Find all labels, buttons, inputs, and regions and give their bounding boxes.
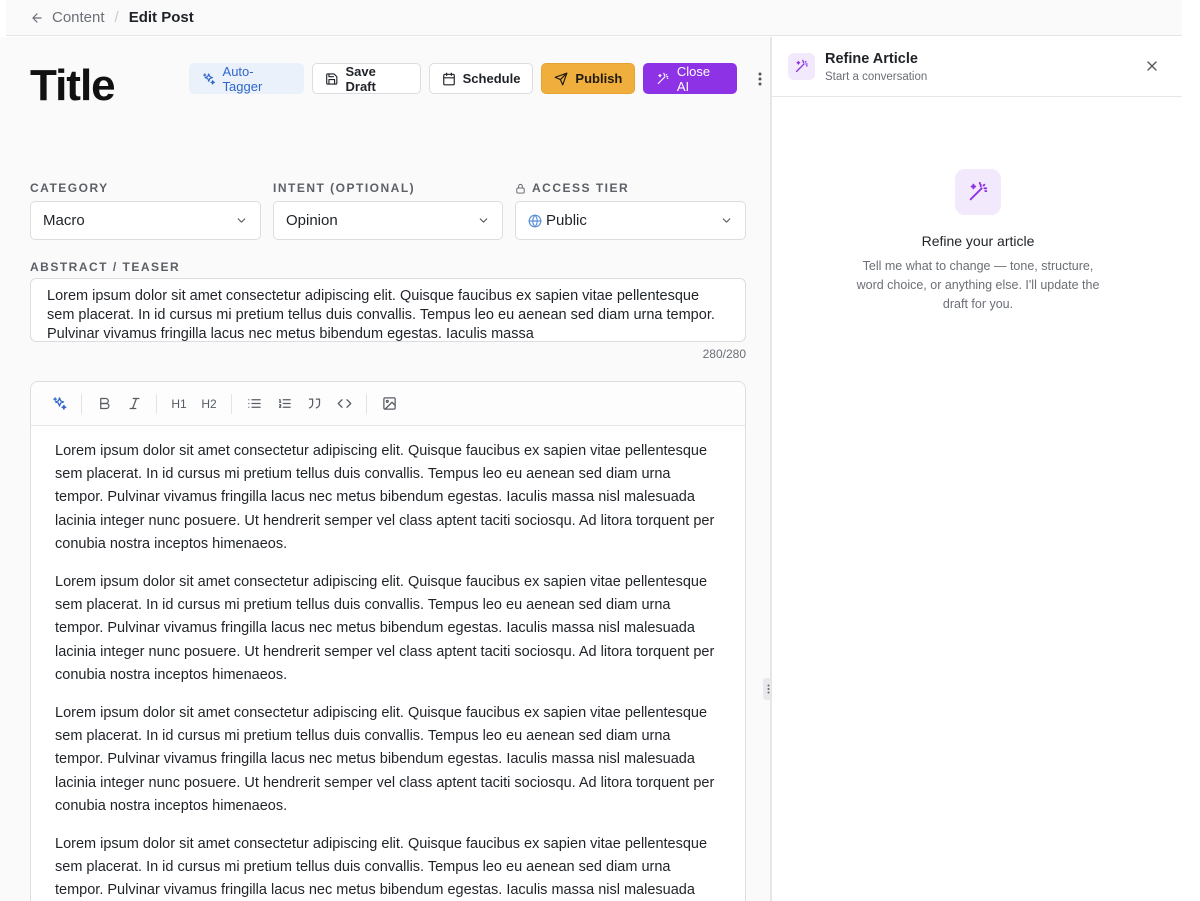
heading-2-button[interactable]: H2 <box>195 390 223 418</box>
category-label: CATEGORY <box>30 181 109 195</box>
save-draft-label: Save Draft <box>345 63 376 94</box>
abstract-character-counter: 280/280 <box>702 347 746 361</box>
send-icon <box>555 72 568 85</box>
ai-badge <box>788 53 815 80</box>
bullet-list-icon <box>247 399 261 408</box>
ai-empty-badge <box>955 169 1001 215</box>
abstract-label-text: ABSTRACT / TEASER <box>30 260 181 274</box>
magic-wand-icon <box>795 59 808 73</box>
toolbar-divider <box>231 393 232 414</box>
quote-icon <box>308 398 320 409</box>
abstract-textarea[interactable]: Lorem ipsum dolor sit amet consectetur a… <box>30 278 746 342</box>
publish-button[interactable]: Publish <box>541 63 636 94</box>
heading-1-icon: H1 <box>171 396 187 411</box>
bold-button[interactable] <box>90 390 118 418</box>
calendar-icon <box>442 72 455 85</box>
globe-icon <box>528 214 542 227</box>
category-value: Macro <box>43 212 85 229</box>
chevron-down-icon <box>722 218 731 223</box>
editor-pane: Title Auto-Tagger Save Draft Schedule Pu… <box>0 37 770 901</box>
more-vertical-icon <box>758 72 762 85</box>
access-tier-value: Public <box>546 212 587 229</box>
auto-tagger-label: Auto-Tagger <box>222 63 263 94</box>
save-icon <box>326 72 338 85</box>
body-paragraph: Lorem ipsum dolor sit amet consectetur a… <box>55 443 715 552</box>
ai-empty-state: Refine your article Tell me what to chan… <box>772 169 1184 314</box>
toolbar-divider <box>81 393 82 414</box>
post-title[interactable]: Title <box>30 61 116 111</box>
ai-refine-panel: Refine Article Start a conversation Refi… <box>770 37 1182 901</box>
close-ai-label: Close AI <box>676 63 711 94</box>
close-icon <box>1147 61 1157 71</box>
numbered-list-icon <box>278 399 291 408</box>
close-ai-button[interactable]: Close AI <box>643 63 737 94</box>
ai-panel-subtitle: Start a conversation <box>825 70 928 83</box>
schedule-button[interactable]: Schedule <box>428 63 534 94</box>
toolbar-divider <box>366 393 367 414</box>
editor-content[interactable]: Lorem ipsum dolor sit amet consectetur a… <box>31 426 745 901</box>
ai-empty-description: Tell me what to change — tone, structure… <box>856 259 1100 311</box>
access-tier-select[interactable]: Public <box>515 201 746 240</box>
schedule-label: Schedule <box>462 71 521 86</box>
code-icon <box>337 399 351 408</box>
breadcrumb-current: Edit Post <box>128 9 194 26</box>
magic-wand-icon <box>658 72 669 84</box>
chevron-down-icon <box>237 218 246 223</box>
breadcrumb-separator: / <box>114 9 119 26</box>
bullet-list-button[interactable] <box>240 390 268 418</box>
ai-panel-header: Refine Article Start a conversation <box>772 37 1182 97</box>
category-label-text: CATEGORY <box>30 181 109 195</box>
quote-button[interactable] <box>300 390 328 418</box>
image-icon <box>382 397 396 410</box>
heading-2-icon: H2 <box>201 396 217 411</box>
magic-button[interactable] <box>45 390 73 418</box>
rich-text-editor: H1 H2 Lorem ipsum dolor sit amet consect… <box>30 381 746 901</box>
chevron-down-icon <box>479 218 488 223</box>
intent-label: INTENT (OPTIONAL) <box>273 181 415 195</box>
code-button[interactable] <box>330 390 358 418</box>
ai-panel-title: Refine Article <box>825 50 918 67</box>
numbered-list-button[interactable] <box>270 390 298 418</box>
intent-value: Opinion <box>286 212 338 229</box>
auto-tagger-button[interactable]: Auto-Tagger <box>189 63 304 94</box>
close-panel-button[interactable] <box>1144 58 1160 74</box>
bold-icon <box>99 397 109 410</box>
sparkles-icon <box>203 72 215 85</box>
arrow-left-icon <box>32 12 42 23</box>
italic-button[interactable] <box>120 390 148 418</box>
access-tier-label-text: ACCESS TIER <box>532 181 630 195</box>
access-tier-label: ACCESS TIER <box>515 181 629 195</box>
formatting-toolbar: H1 H2 <box>31 382 745 426</box>
abstract-label: ABSTRACT / TEASER <box>30 260 180 274</box>
toolbar-divider <box>156 393 157 414</box>
more-options-button[interactable] <box>751 63 770 94</box>
body-paragraph: Lorem ipsum dolor sit amet consectetur a… <box>55 705 715 814</box>
ai-empty-title: Refine your article <box>921 233 1035 249</box>
heading-1-button[interactable]: H1 <box>165 390 193 418</box>
category-select[interactable]: Macro <box>30 201 261 240</box>
body-paragraph: Lorem ipsum dolor sit amet consectetur a… <box>55 574 715 683</box>
breadcrumb: Content / Edit Post <box>6 0 1182 36</box>
intent-label-text: INTENT (OPTIONAL) <box>273 181 416 195</box>
save-draft-button[interactable]: Save Draft <box>311 63 421 94</box>
lock-icon <box>516 183 525 194</box>
magic-icon <box>52 397 66 410</box>
insert-image-button[interactable] <box>375 390 403 418</box>
body-paragraph: Lorem ipsum dolor sit amet consectetur a… <box>55 836 708 899</box>
italic-icon <box>129 397 139 410</box>
breadcrumb-back-link[interactable]: Content <box>30 9 105 26</box>
magic-wand-icon <box>969 181 988 201</box>
action-bar: Auto-Tagger Save Draft Schedule Publish … <box>189 63 770 94</box>
breadcrumb-parent[interactable]: Content <box>52 9 105 26</box>
intent-select[interactable]: Opinion <box>273 201 503 240</box>
publish-label: Publish <box>575 71 623 86</box>
